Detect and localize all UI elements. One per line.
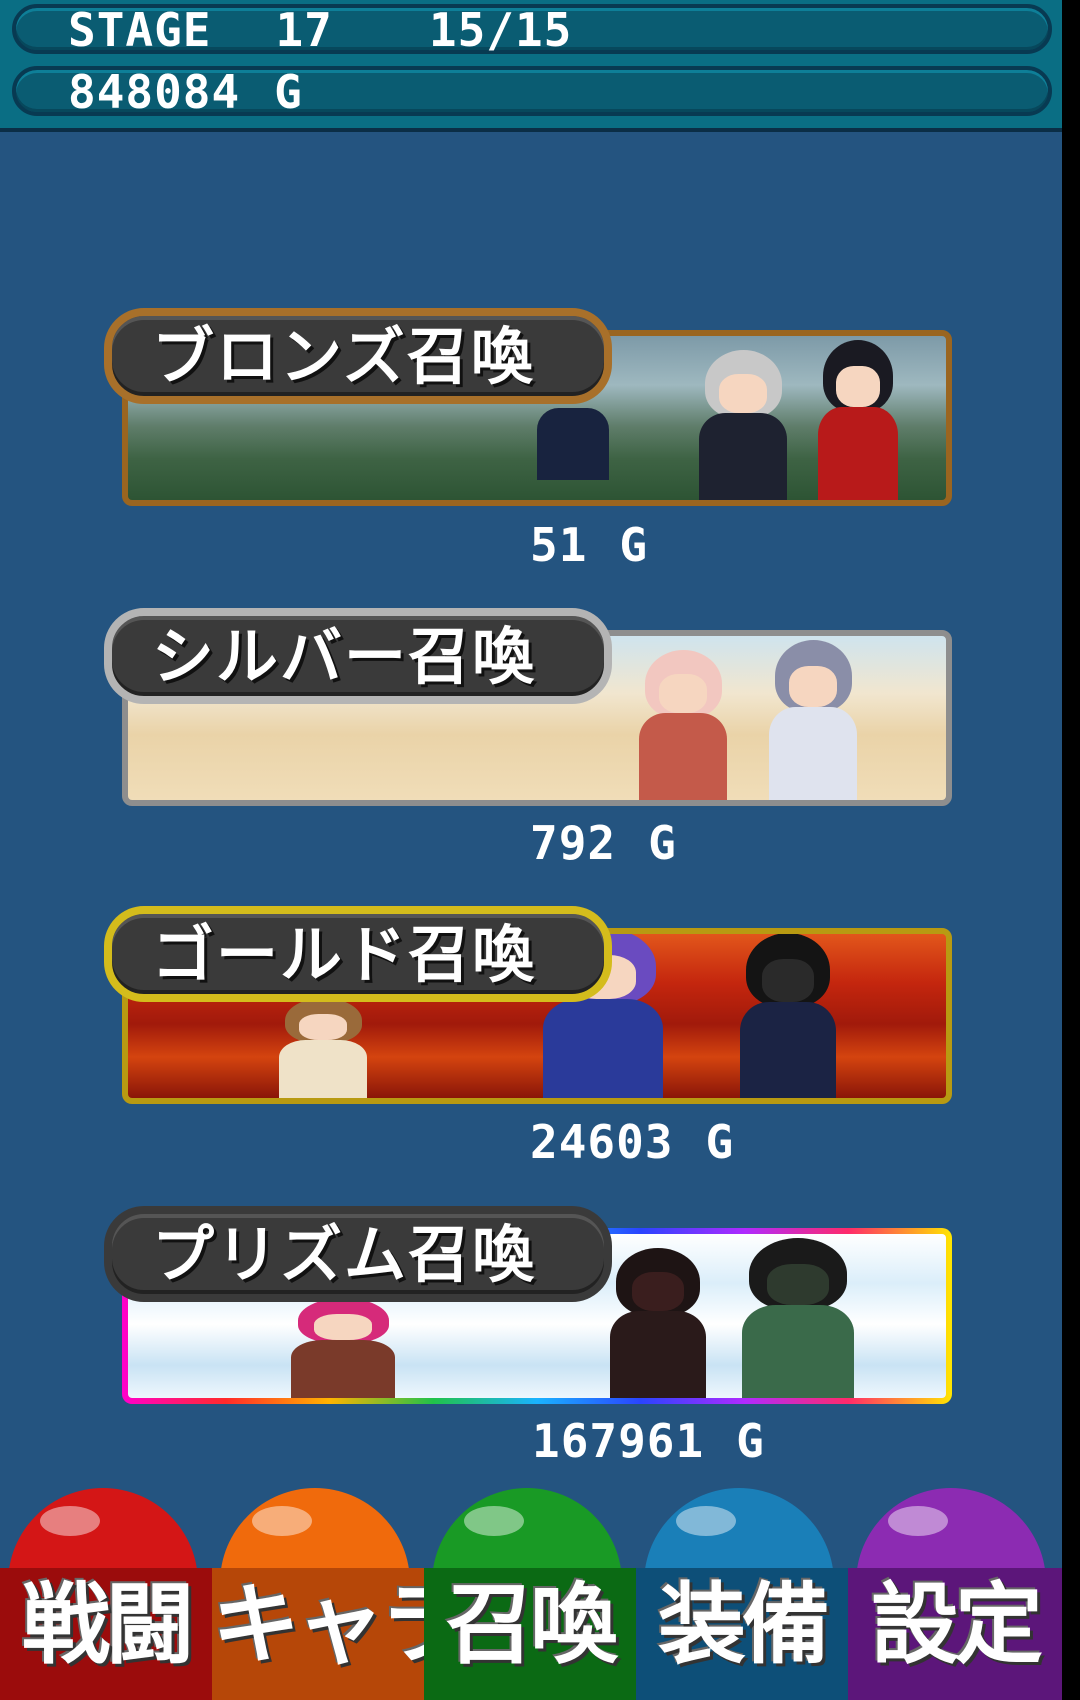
stage-bar: STAGE 17 15/15 — [12, 4, 1052, 54]
silver-hair-girl-character-icon — [758, 640, 868, 800]
gold-summon-label: ゴールド召喚 — [152, 918, 537, 991]
bronze-summon-label-plate: ブロンズ召喚 — [104, 308, 612, 404]
gold-amount: 848084 — [68, 65, 241, 119]
stage-number: 17 — [275, 3, 333, 57]
nav-equipment-button[interactable]: 装備 — [636, 1488, 848, 1700]
game-screen: STAGE 17 15/15 848084 G ブロンズ召喚 51 G シルバー… — [0, 0, 1062, 1700]
gold-summon-button[interactable]: ゴールド召喚 — [104, 906, 956, 1114]
gold-bar: 848084 G — [12, 66, 1052, 116]
prism-summon-cost: 167961 G — [532, 1414, 765, 1468]
bronze-summon-label: ブロンズ召喚 — [152, 320, 535, 393]
nav-equipment-label: 装備 — [657, 1573, 830, 1676]
wave-progress: 15/15 — [428, 3, 573, 57]
gold-summon-label-plate: ゴールド召喚 — [104, 906, 612, 1002]
nav-summon-button[interactable]: 召喚 — [424, 1488, 636, 1700]
prism-summon-label-plate: プリズム召喚 — [104, 1206, 612, 1302]
dark-warrior-character-icon — [728, 934, 848, 1098]
status-header: STAGE 17 15/15 848084 G — [0, 0, 1062, 132]
shrine-maiden-character-icon — [808, 340, 908, 500]
silver-summon-cost: 792 G — [530, 816, 677, 870]
pink-hair-girl-character-icon — [278, 1298, 408, 1398]
bottom-nav: 戦闘 キャラ 召喚 装備 設定 — [0, 1488, 1062, 1700]
stage-label: STAGE — [68, 3, 212, 57]
gold-summon-cost: 24603 G — [530, 1115, 735, 1169]
nav-battle-button[interactable]: 戦闘 — [0, 1488, 212, 1700]
nav-character-button[interactable]: キャラ — [212, 1488, 424, 1700]
silver-summon-button[interactable]: シルバー召喚 — [104, 608, 956, 816]
nav-summon-label: 召喚 — [445, 1573, 618, 1676]
cat-hood-girl-character-icon — [628, 650, 738, 800]
nav-character-label: キャラ — [212, 1573, 424, 1676]
old-butler-character-icon — [688, 350, 798, 500]
prism-summon-label: プリズム召喚 — [152, 1218, 537, 1291]
shadow-character-icon — [598, 1248, 718, 1398]
nav-settings-button[interactable]: 設定 — [848, 1488, 1062, 1700]
top-hat-icon — [528, 400, 618, 480]
gold-unit: G — [274, 65, 303, 119]
winged-shadow-character-icon — [728, 1238, 868, 1398]
prism-summon-button[interactable]: プリズム召喚 — [104, 1206, 956, 1414]
swordsman-character-icon — [268, 998, 378, 1098]
silver-summon-label: シルバー召喚 — [152, 620, 537, 693]
silver-summon-label-plate: シルバー召喚 — [104, 608, 612, 704]
nav-settings-label: 設定 — [870, 1573, 1043, 1676]
nav-battle-label: 戦闘 — [21, 1573, 194, 1676]
screen-edge — [1062, 0, 1080, 1700]
bronze-summon-button[interactable]: ブロンズ召喚 — [104, 308, 956, 516]
bronze-summon-cost: 51 G — [530, 518, 649, 572]
